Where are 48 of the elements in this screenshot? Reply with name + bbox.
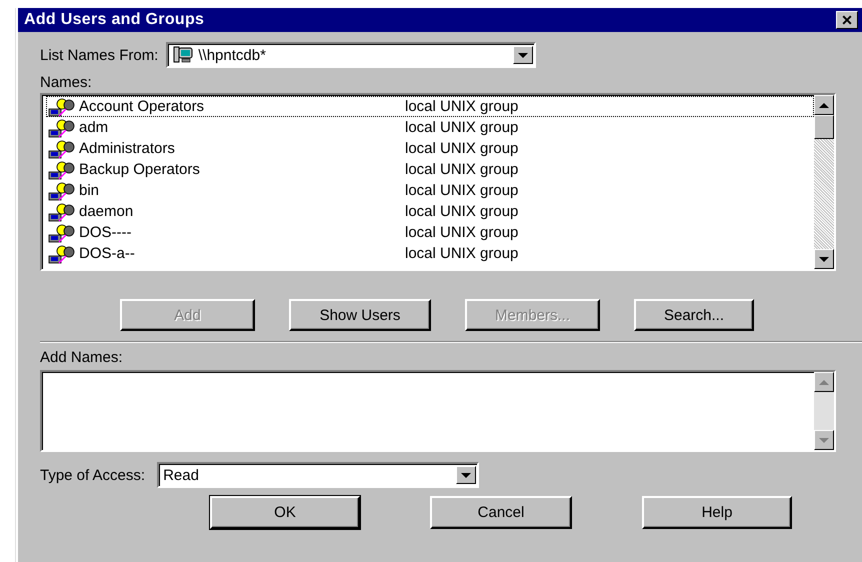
dropdown-value: \\hpntcdb* [197, 46, 267, 64]
dialog-button[interactable]: Cancel [430, 496, 572, 529]
list-names-from-dropdown[interactable]: \\hpntcdb* [166, 42, 536, 68]
dialog-button[interactable]: Help [642, 496, 792, 529]
scroll-down-button[interactable] [814, 249, 834, 269]
group-type: local UNIX group [405, 203, 518, 220]
computer-icon [172, 46, 194, 64]
list-action-button[interactable]: Show Users [289, 299, 431, 331]
group-name: Administrators [79, 140, 176, 157]
list-item[interactable]: adm local UNIX group [46, 117, 814, 138]
list-item[interactable]: Account Operators local UNIX group [46, 96, 814, 117]
close-button[interactable]: × [836, 11, 858, 29]
group-type: local UNIX group [405, 119, 518, 136]
scroll-thumb[interactable] [814, 115, 834, 139]
group-type: local UNIX group [405, 182, 518, 199]
scrollbar[interactable] [814, 372, 834, 450]
list-action-button[interactable]: Search... [634, 299, 754, 331]
group-name: bin [79, 182, 100, 199]
add-names-field[interactable] [40, 370, 836, 452]
field-label: Type of Access: [40, 466, 146, 484]
group-name: DOS---- [79, 224, 132, 241]
group-type: local UNIX group [405, 161, 518, 178]
dialog-button[interactable]: OK [210, 496, 360, 529]
names-label: Names: [40, 74, 92, 91]
window-title: Add Users and Groups [24, 11, 204, 29]
group-type: local UNIX group [405, 245, 518, 262]
group-type: local UNIX group [405, 140, 518, 157]
type-of-access-dropdown[interactable]: Read [157, 462, 480, 488]
add-names-label: Add Names: [40, 349, 123, 366]
dropdown-value: Read [162, 466, 200, 484]
list-item[interactable]: Administrators local UNIX group [46, 138, 814, 159]
group-type: local UNIX group [405, 98, 518, 115]
group-type: local UNIX group [405, 224, 518, 241]
list-item[interactable]: daemon local UNIX group [46, 201, 814, 222]
list-item[interactable]: Backup Operators local UNIX group [46, 159, 814, 180]
scrollbar[interactable] [814, 95, 834, 269]
group-name: daemon [79, 203, 134, 220]
list-item[interactable]: DOS---- local UNIX group [46, 222, 814, 243]
group-name: Account Operators [79, 98, 206, 115]
scroll-down-button[interactable] [814, 430, 834, 450]
group-name: Backup Operators [79, 161, 201, 178]
scroll-up-button[interactable] [814, 372, 834, 392]
list-item[interactable]: bin local UNIX group [46, 180, 814, 201]
field-label: List Names From: [40, 46, 158, 64]
list-item[interactable]: DOS-a-- local UNIX group [46, 243, 814, 264]
group-name: adm [79, 119, 110, 136]
scroll-up-button[interactable] [814, 95, 834, 115]
group-name: DOS-a-- [79, 245, 136, 262]
